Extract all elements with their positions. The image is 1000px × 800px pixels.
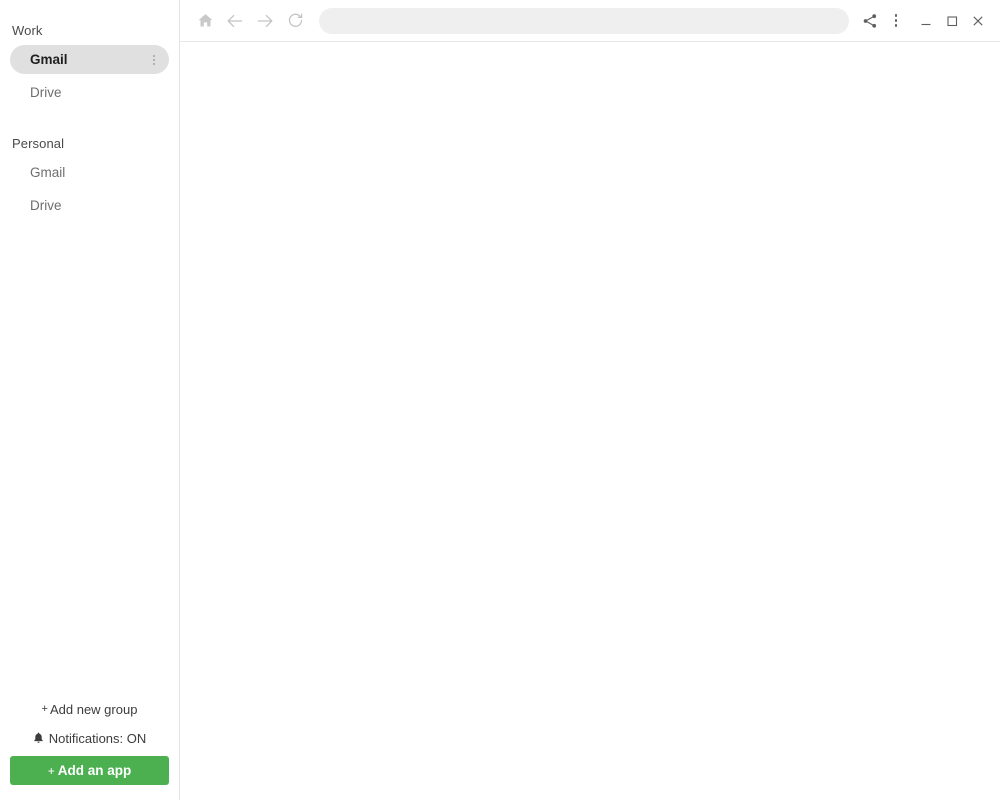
plus-icon: + [41,703,48,715]
home-button[interactable] [190,6,220,36]
sidebar-group-personal: Personal Gmail Drive [0,134,179,220]
reload-button[interactable] [280,6,310,36]
kebab-menu-icon[interactable] [147,52,161,68]
notifications-toggle[interactable]: Notifications: ON [10,727,169,749]
add-new-group-button[interactable]: + Add new group [10,698,169,720]
add-an-app-button[interactable]: + Add an app [10,756,169,785]
notifications-label: Notifications: ON [48,730,147,746]
sidebar-item-personal-drive[interactable]: Drive [10,191,169,220]
forward-button[interactable] [250,6,280,36]
sidebar-group-header-personal: Personal [12,136,65,151]
address-input[interactable] [319,7,849,34]
share-icon [862,13,878,29]
minimize-button[interactable] [913,8,939,34]
sidebar-item-label: Gmail [30,52,68,67]
arrow-left-icon [226,12,244,30]
arrow-right-icon [256,12,274,30]
overflow-menu-button[interactable] [883,8,909,34]
sidebar-item-label: Drive [30,85,62,100]
reload-icon [287,12,304,29]
sidebar-item-label: Gmail [30,165,66,180]
home-icon [197,12,214,29]
kebab-menu-icon [888,13,904,29]
sidebar-item-work-gmail[interactable]: Gmail [10,45,169,74]
close-button[interactable] [965,8,991,34]
minimize-icon [918,13,934,29]
sidebar-item-personal-gmail[interactable]: Gmail [10,158,169,187]
sidebar-group-list: Work Gmail Drive Personal Gmail Drive [0,0,179,698]
sidebar-item-label: Drive [30,198,62,213]
close-icon [970,13,986,29]
share-button[interactable] [857,8,883,34]
back-button[interactable] [220,6,250,36]
maximize-icon [944,13,960,29]
browser-toolbar [180,0,1000,42]
app-window: Work Gmail Drive Personal Gmail Drive + … [0,0,1000,800]
sidebar-footer: + Add new group Notifications: ON + Add … [0,698,179,800]
maximize-button[interactable] [939,8,965,34]
main-pane [180,0,1000,800]
add-new-group-label: Add new group [49,701,138,717]
sidebar-group-header-work: Work [12,23,43,38]
web-content-area[interactable] [180,42,1000,800]
bell-icon [33,732,44,747]
plus-icon: + [47,763,55,778]
sidebar-group-items-work: Gmail Drive [0,45,179,107]
add-an-app-label: Add an app [57,763,132,778]
sidebar-group-items-personal: Gmail Drive [0,158,179,220]
sidebar: Work Gmail Drive Personal Gmail Drive + … [0,0,180,800]
sidebar-group-work: Work Gmail Drive [0,21,179,107]
sidebar-item-work-drive[interactable]: Drive [10,78,169,107]
window-controls [913,8,991,34]
